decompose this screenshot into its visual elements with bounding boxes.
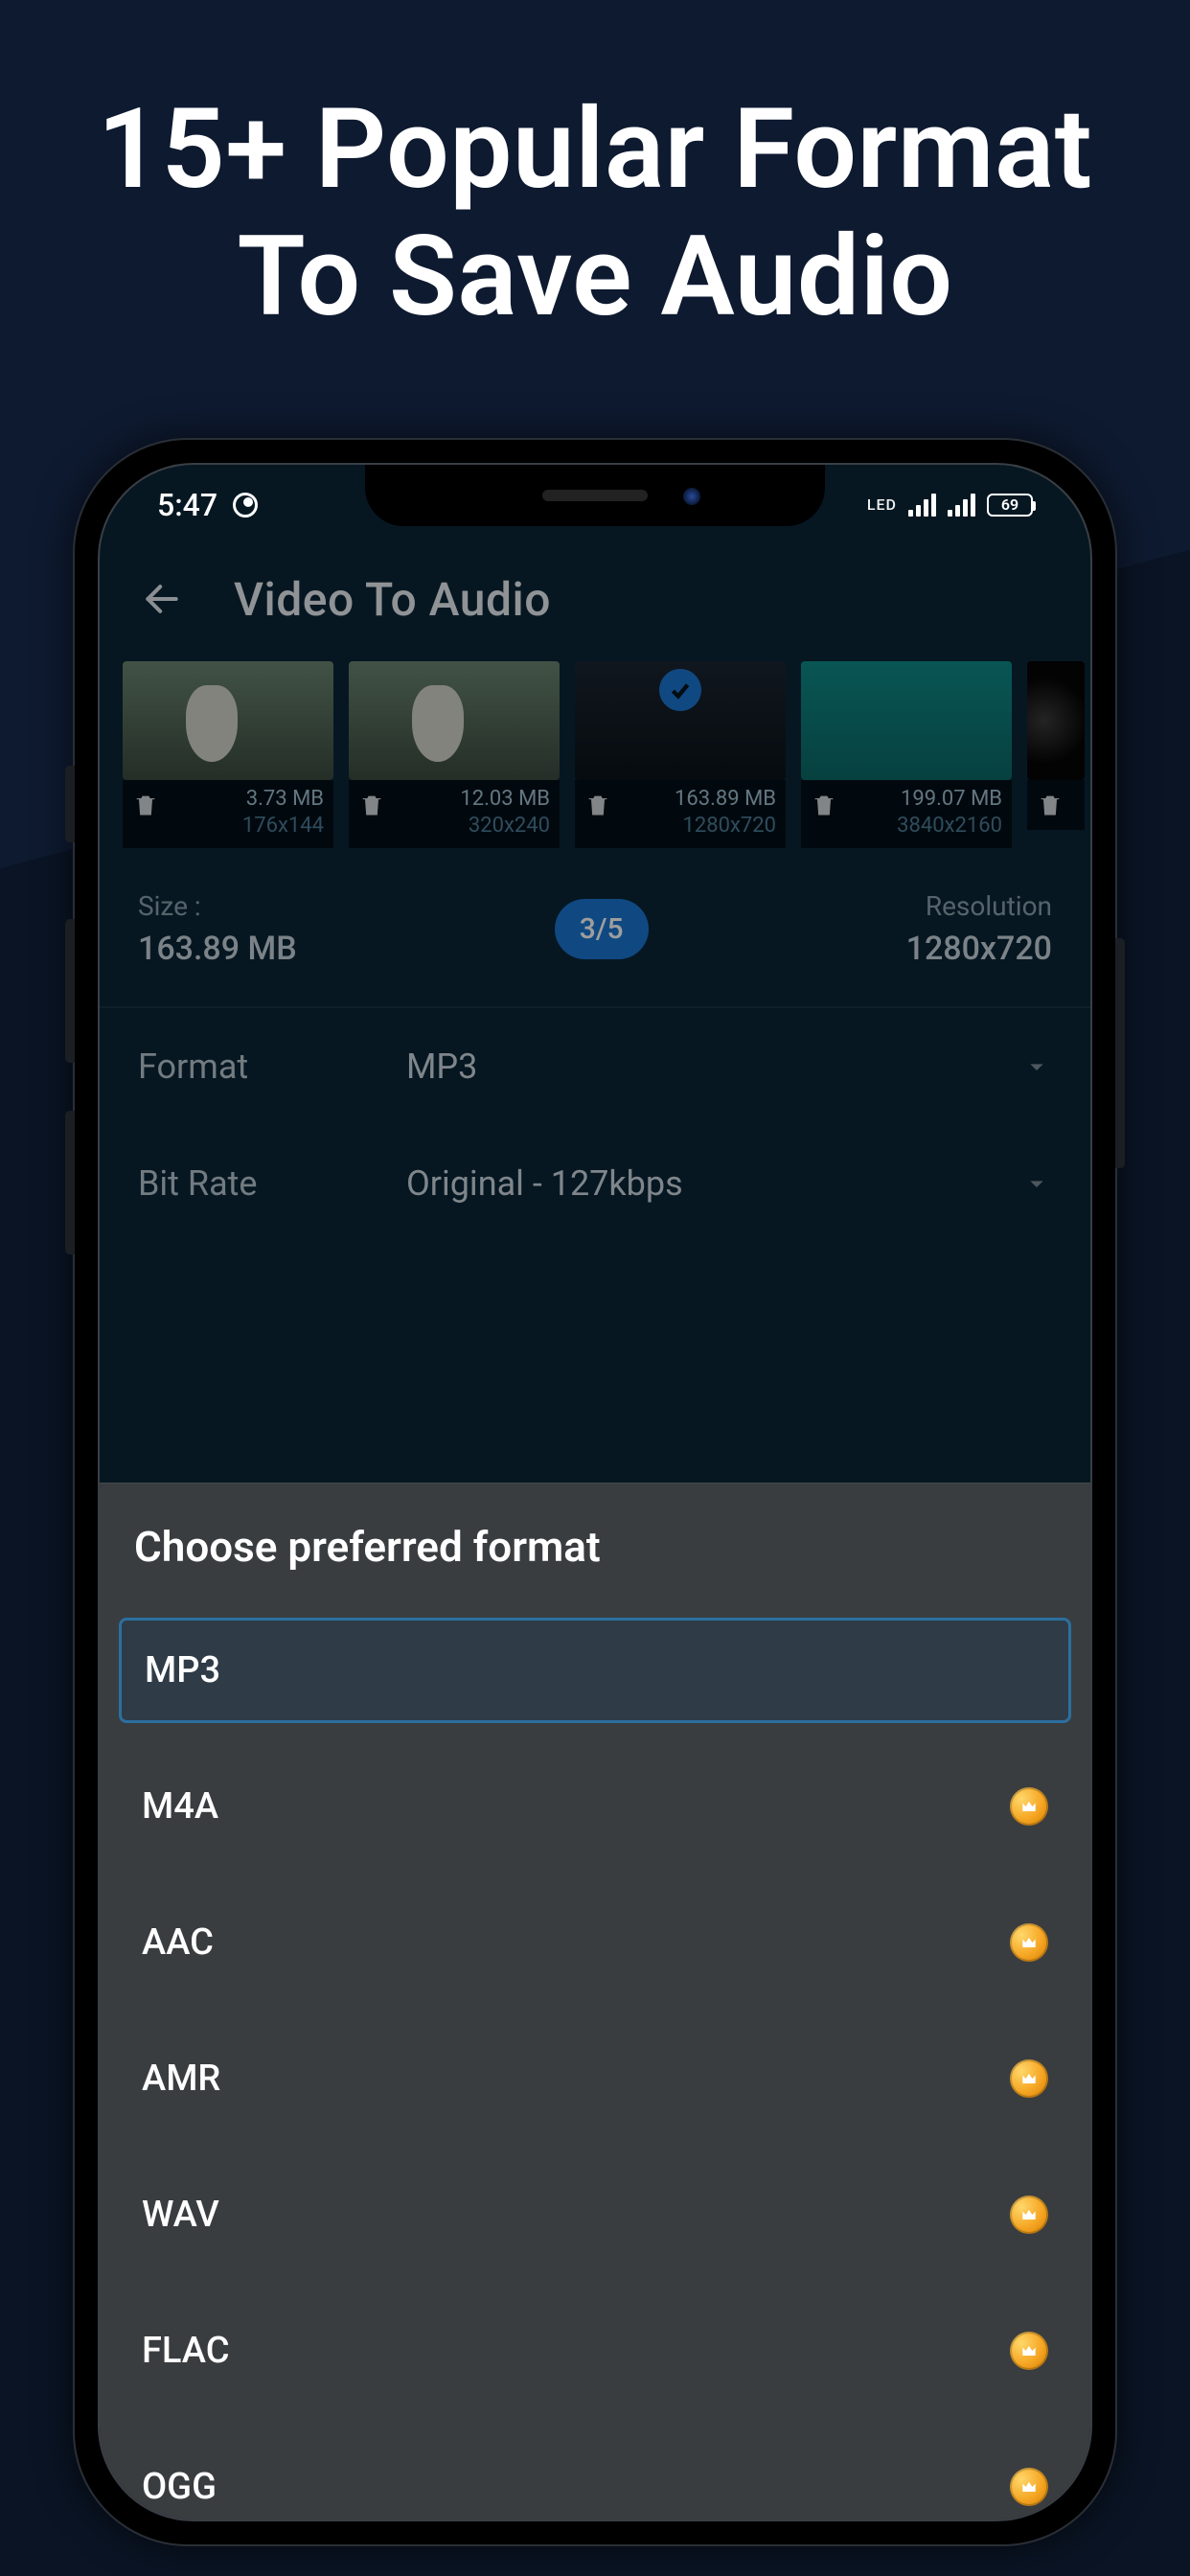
chevron-down-icon (1021, 1168, 1052, 1199)
thumbnail-size: 163.89 MB (675, 786, 776, 814)
format-option-wav[interactable]: WAV (119, 2162, 1071, 2267)
format-option-ogg[interactable]: OGG (119, 2434, 1071, 2521)
format-option-flac[interactable]: FLAC (119, 2298, 1071, 2404)
bitrate-row[interactable]: Bit Rate Original - 127kbps (128, 1125, 1062, 1242)
battery-icon: 69 (987, 494, 1033, 517)
format-bottom-sheet: Choose preferred format MP3 M4A AAC AMR WAV F… (100, 1483, 1090, 2519)
status-time: 5:47 (157, 487, 217, 523)
size-label: Size : (138, 890, 297, 922)
promo-line1: 15+ Popular Format (0, 86, 1190, 214)
premium-icon (1010, 1923, 1048, 1962)
thumbnail-info: 163.89 MB1280x720 (675, 786, 776, 840)
format-name: M4A (142, 1785, 218, 1828)
thumbnail-info: 199.07 MB3840x2160 (897, 786, 1002, 840)
format-row[interactable]: Format MP3 (128, 1008, 1062, 1125)
format-name: WAV (142, 2194, 219, 2236)
promo-line2: To Save Audio (0, 214, 1190, 341)
thumbnail-info: 12.03 MB320x240 (460, 786, 550, 840)
delete-button[interactable] (132, 792, 163, 822)
resolution-label: Resolution (906, 890, 1052, 922)
thumbnail-meta: 3.73 MB176x144 (123, 780, 333, 848)
thumbnail-resolution: 1280x720 (675, 813, 776, 840)
premium-icon (1010, 2468, 1048, 2506)
arrow-left-icon (141, 578, 183, 620)
thumbnail-strip[interactable]: 3.73 MB176x14412.03 MB320x240163.89 MB12… (100, 661, 1090, 848)
phone-power (1115, 938, 1125, 1168)
video-thumbnail[interactable]: 12.03 MB320x240 (349, 661, 560, 848)
premium-icon (1010, 2059, 1048, 2098)
format-name: MP3 (145, 1649, 220, 1691)
pager-badge: 3/5 (555, 899, 649, 959)
size-value: 163.89 MB (138, 930, 297, 968)
video-thumbnail[interactable]: 3.73 MB176x144 (123, 661, 333, 848)
phone-vol-up (65, 919, 75, 1063)
network-label: LED (867, 495, 897, 514)
thumbnail-image (123, 661, 333, 780)
speaker-grille (542, 490, 648, 501)
thumbnail-size: 199.07 MB (897, 786, 1002, 814)
video-thumbnail[interactable] (1027, 661, 1085, 848)
thumbnail-meta: 163.89 MB1280x720 (575, 780, 786, 848)
thumbnail-meta: 12.03 MB320x240 (349, 780, 560, 848)
format-option-amr[interactable]: AMR (119, 2026, 1071, 2131)
premium-icon (1010, 2332, 1048, 2370)
thumbnail-image (575, 661, 786, 780)
info-row: Size : 163.89 MB 3/5 Resolution 1280x720 (100, 848, 1090, 1006)
app-bar: Video To Audio (100, 534, 1090, 661)
divider (100, 1006, 1090, 1008)
phone-mute-switch (65, 766, 75, 842)
bitrate-label: Bit Rate (138, 1163, 406, 1204)
format-name: OGG (142, 2466, 217, 2508)
format-list: MP3 M4A AAC AMR WAV FLAC OGG (100, 1618, 1090, 2521)
premium-icon (1010, 1787, 1048, 1826)
bitrate-value: Original - 127kbps (406, 1163, 1021, 1204)
resolution-value: 1280x720 (906, 930, 1052, 968)
sheet-title: Choose preferred format (100, 1484, 1090, 1618)
video-thumbnail[interactable]: 163.89 MB1280x720 (575, 661, 786, 848)
promo-headline: 15+ Popular Format To Save Audio (0, 0, 1190, 342)
format-value: MP3 (406, 1046, 1021, 1087)
format-option-aac[interactable]: AAC (119, 1890, 1071, 1995)
thumbnail-size: 12.03 MB (460, 786, 550, 814)
format-name: AAC (142, 1921, 214, 1964)
delete-button[interactable] (584, 792, 615, 822)
phone-frame: 5:47 LED 69 Video To Audio (73, 438, 1117, 2546)
thumbnail-meta: 199.07 MB3840x2160 (801, 780, 1012, 848)
thumbnail-resolution: 320x240 (460, 813, 550, 840)
thumbnail-resolution: 176x144 (242, 813, 324, 840)
notch (365, 465, 825, 526)
thumbnail-image (1027, 661, 1085, 780)
signal-icon-2 (948, 494, 975, 517)
front-camera (683, 488, 700, 505)
delete-button[interactable] (1037, 792, 1067, 822)
signal-icon (908, 494, 936, 517)
video-thumbnail[interactable]: 199.07 MB3840x2160 (801, 661, 1012, 848)
format-name: AMR (142, 2058, 220, 2100)
thumbnail-image (801, 661, 1012, 780)
phone-vol-down (65, 1111, 75, 1254)
alarm-icon (233, 493, 258, 518)
premium-icon (1010, 2196, 1048, 2234)
back-button[interactable] (138, 575, 186, 623)
app-content-dimmed: Video To Audio 3.73 MB176x144 12.03 MB320… (100, 534, 1090, 1242)
format-option-mp3[interactable]: MP3 (119, 1618, 1071, 1723)
chevron-down-icon (1021, 1051, 1052, 1082)
battery-pct: 69 (1001, 495, 1018, 514)
delete-button[interactable] (358, 792, 389, 822)
delete-button[interactable] (811, 792, 841, 822)
selected-check-icon (659, 669, 701, 711)
format-name: FLAC (142, 2330, 230, 2372)
thumbnail-image (349, 661, 560, 780)
thumbnail-size: 3.73 MB (242, 786, 324, 814)
thumbnail-meta (1027, 780, 1085, 830)
thumbnail-info: 3.73 MB176x144 (242, 786, 324, 840)
thumbnail-resolution: 3840x2160 (897, 813, 1002, 840)
screen-title: Video To Audio (234, 572, 551, 627)
format-option-m4a[interactable]: M4A (119, 1754, 1071, 1859)
format-label: Format (138, 1046, 406, 1087)
